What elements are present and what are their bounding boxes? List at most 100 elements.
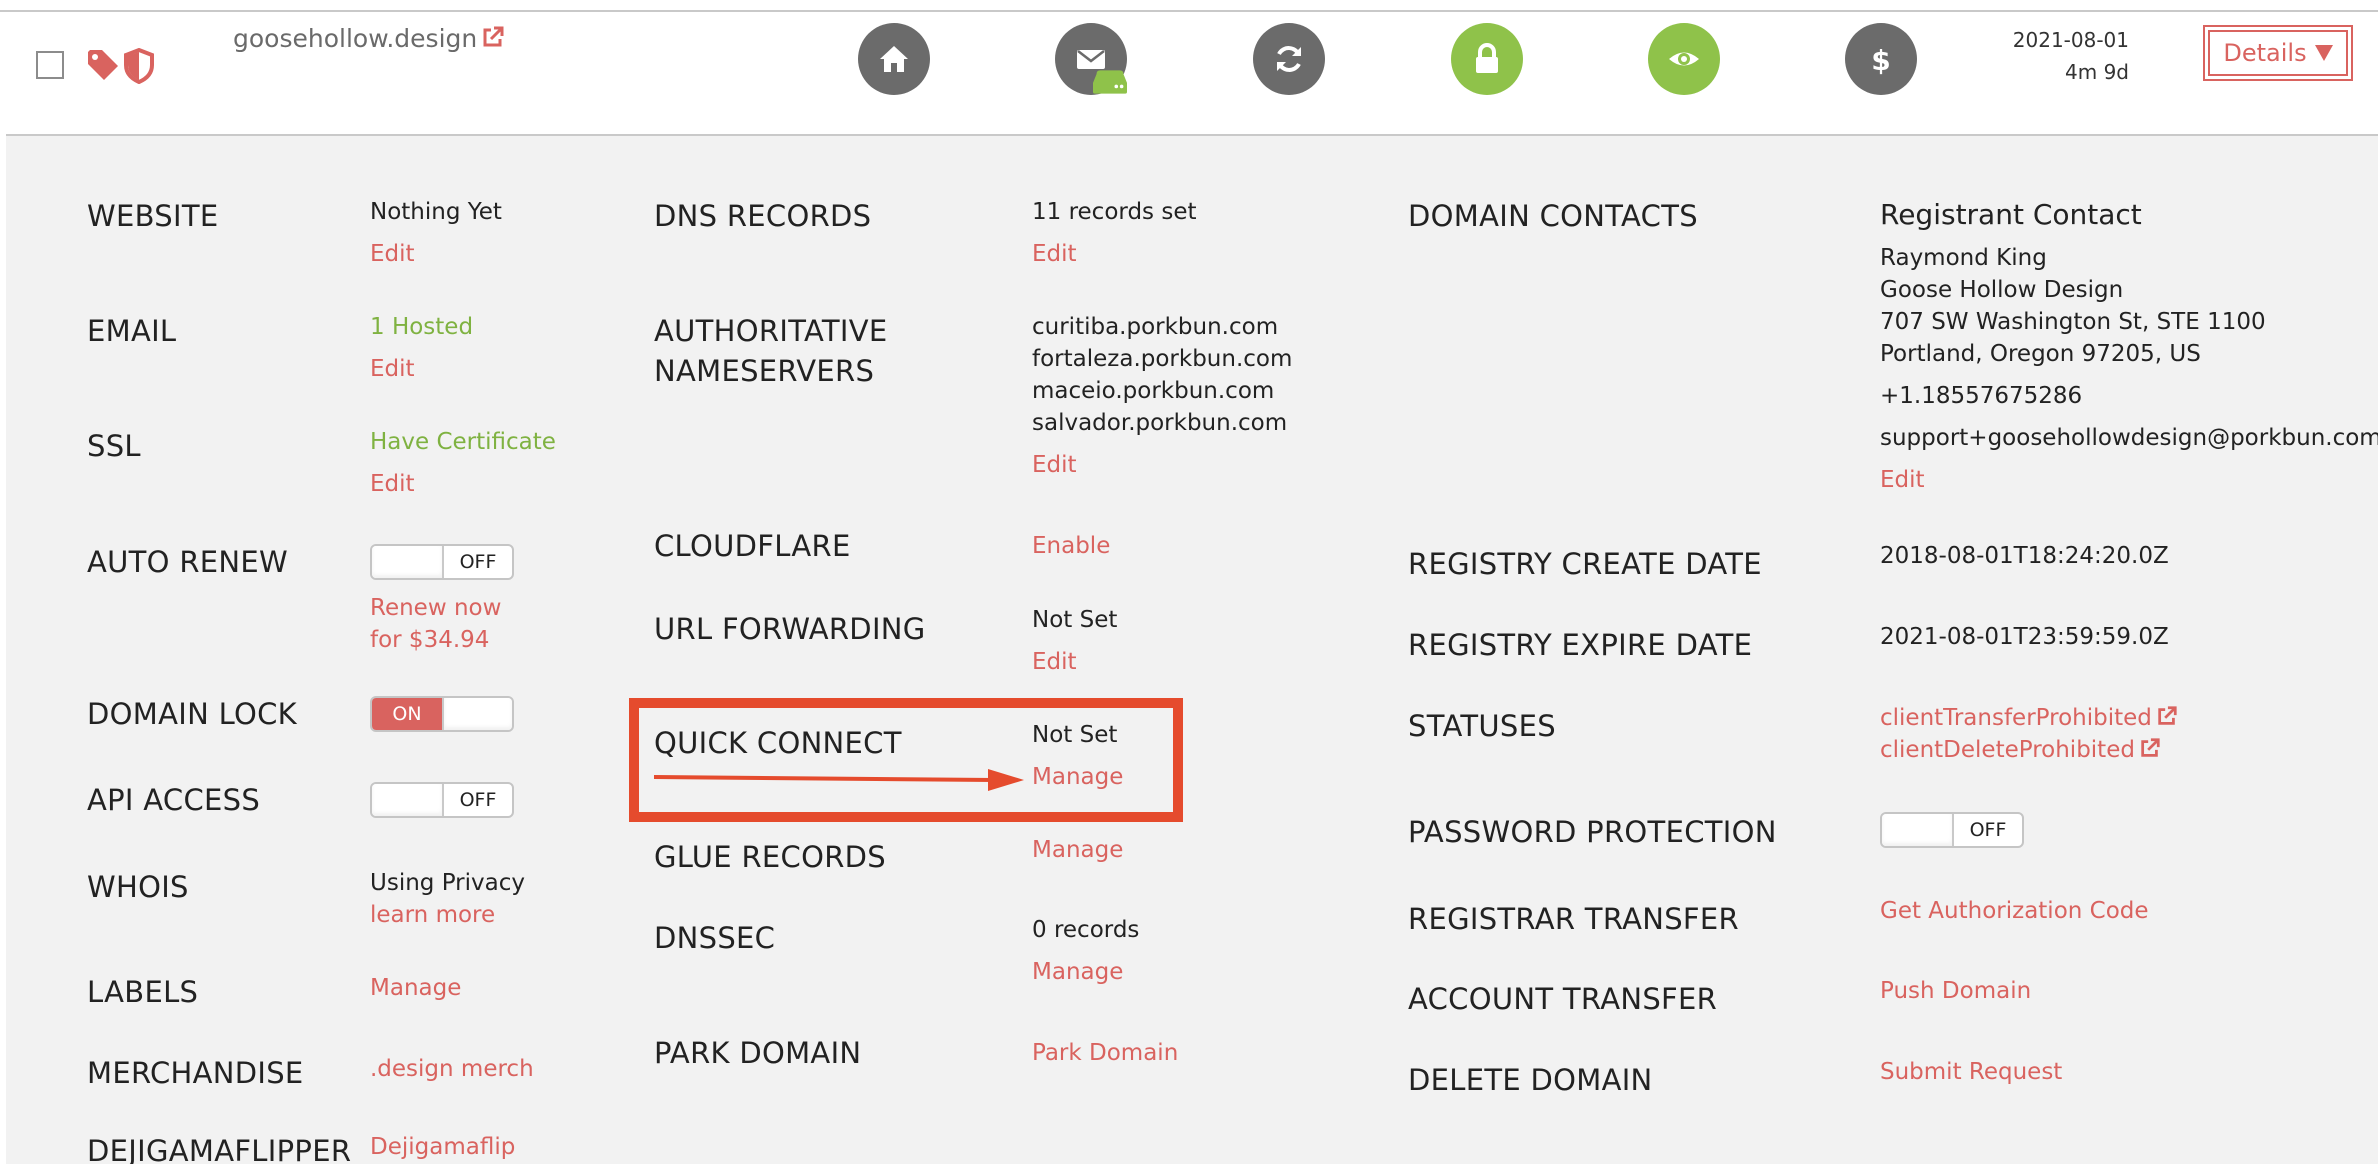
row-top-divider <box>0 10 2378 12</box>
tag-icon[interactable] <box>86 48 120 82</box>
labels-label: LABELS <box>87 975 199 1009</box>
toggle-state: OFF <box>459 551 497 573</box>
domain-contacts-label: DOMAIN CONTACTS <box>1408 199 1698 233</box>
toggle-knob <box>1882 814 1954 846</box>
labels-manage-link[interactable]: Manage <box>370 972 461 1004</box>
dejigamaflipper-label: DEJIGAMAFLIPPER <box>87 1134 352 1164</box>
get-auth-code-link[interactable]: Get Authorization Code <box>1880 895 2149 927</box>
domain-lock-label: DOMAIN LOCK <box>87 697 297 731</box>
external-link-icon <box>483 26 504 47</box>
registrar-transfer-label: REGISTRAR TRANSFER <box>1408 902 1739 936</box>
park-domain-link[interactable]: Park Domain <box>1032 1037 1178 1069</box>
domain-details-panel: WEBSITE Nothing Yet Edit EMAIL 1 Hosted … <box>6 136 2378 1164</box>
ssl-edit-link[interactable]: Edit <box>370 468 415 500</box>
server-icon <box>1093 70 1127 94</box>
contact-city: Portland, Oregon 97205, US <box>1880 341 2201 367</box>
contact-address: 707 SW Washington St, STE 1100 <box>1880 309 2266 335</box>
password-protection-toggle[interactable]: OFF <box>1880 812 2024 848</box>
details-button[interactable]: Details <box>2203 25 2353 81</box>
domain-row: goosehollow.design $ 2021-08-01 4m 9d De… <box>0 0 2378 136</box>
nameservers-edit-link[interactable]: Edit <box>1032 449 1077 481</box>
auto-renew-toggle[interactable]: OFF <box>370 544 514 580</box>
create-date-label: REGISTRY CREATE DATE <box>1408 547 1762 581</box>
auto-renew-label: AUTO RENEW <box>87 545 288 579</box>
svg-text:$: $ <box>1871 44 1890 76</box>
url-forwarding-value: Not Set <box>1032 607 1118 633</box>
toggle-state: OFF <box>459 789 497 811</box>
contact-email: support+goosehollowdesign@porkbun.com <box>1880 425 2378 451</box>
url-forwarding-edit-link[interactable]: Edit <box>1032 646 1077 678</box>
dns-records-label: DNS RECORDS <box>654 199 872 233</box>
contacts-edit-link[interactable]: Edit <box>1880 464 1925 496</box>
merchandise-label: MERCHANDISE <box>87 1056 304 1090</box>
domain-name-text: goosehollow.design <box>233 24 478 53</box>
website-edit-link[interactable]: Edit <box>370 238 415 270</box>
ssl-label: SSL <box>87 429 141 463</box>
lock-button[interactable] <box>1451 23 1523 95</box>
dnssec-value: 0 records <box>1032 917 1140 943</box>
create-date-value: 2018-08-01T18:24:20.0Z <box>1880 543 2169 569</box>
home-icon <box>880 46 908 72</box>
website-value: Nothing Yet <box>370 199 502 225</box>
dejigamaflipper-link[interactable]: Dejigamaflip <box>370 1131 515 1163</box>
expire-date-value: 2021-08-01T23:59:59.0Z <box>1880 624 2169 650</box>
nameservers-label-line1: AUTHORITATIVE <box>654 314 888 348</box>
expire-date-label: REGISTRY EXPIRE DATE <box>1408 628 1753 662</box>
email-edit-link[interactable]: Edit <box>370 353 415 385</box>
delete-domain-label: DELETE DOMAIN <box>1408 1063 1653 1097</box>
glue-records-manage-link[interactable]: Manage <box>1032 834 1123 866</box>
time-remaining: 4m 9d <box>2065 60 2129 84</box>
push-domain-link[interactable]: Push Domain <box>1880 975 2031 1007</box>
whois-learn-more-link[interactable]: learn more <box>370 899 495 931</box>
domain-name-link[interactable]: goosehollow.design <box>233 24 505 53</box>
eye-icon <box>1669 52 1699 66</box>
dollar-icon: $ <box>1871 44 1890 76</box>
api-access-toggle[interactable]: OFF <box>370 782 514 818</box>
status-delete-prohibited-link[interactable]: clientDeleteProhibited <box>1880 734 2161 766</box>
toggle-knob <box>372 784 444 816</box>
toggle-state: OFF <box>1969 819 2007 841</box>
account-transfer-label: ACCOUNT TRANSFER <box>1408 982 1718 1016</box>
website-label: WEBSITE <box>87 199 219 233</box>
nameserver-2: fortaleza.porkbun.com <box>1032 346 1293 372</box>
nameserver-3: maceio.porkbun.com <box>1032 378 1275 404</box>
status-text: clientTransferProhibited <box>1880 705 2152 731</box>
toggle-knob <box>372 546 444 578</box>
privacy-button[interactable] <box>1648 23 1720 95</box>
caret-down-icon <box>2314 45 2333 61</box>
dns-records-edit-link[interactable]: Edit <box>1032 238 1077 270</box>
domain-lock-toggle[interactable]: ON <box>370 696 514 732</box>
contact-phone: +1.18557675286 <box>1880 383 2083 409</box>
nameserver-4: salvador.porkbun.com <box>1032 410 1288 436</box>
refresh-button[interactable] <box>1253 23 1325 95</box>
merchandise-link[interactable]: .design merch <box>370 1053 534 1085</box>
cloudflare-enable-link[interactable]: Enable <box>1032 530 1110 562</box>
pricing-button[interactable]: $ <box>1845 23 1917 95</box>
submit-request-link[interactable]: Submit Request <box>1880 1056 2062 1088</box>
api-access-label: API ACCESS <box>87 783 261 817</box>
nameservers-label-line2: NAMESERVERS <box>654 354 875 388</box>
status-text: clientDeleteProhibited <box>1880 737 2135 763</box>
toggle-knob <box>441 698 512 730</box>
url-forwarding-label: URL FORWARDING <box>654 612 926 646</box>
shield-icon[interactable] <box>124 48 154 84</box>
email-button[interactable] <box>1055 23 1127 95</box>
external-link-icon <box>2141 738 2160 757</box>
whois-value: Using Privacy <box>370 870 525 896</box>
refresh-icon <box>1277 46 1301 72</box>
nameserver-1: curitiba.porkbun.com <box>1032 314 1279 340</box>
quick-connect-highlight <box>629 698 1183 822</box>
renew-price-link[interactable]: for $34.94 <box>370 624 489 656</box>
dnssec-manage-link[interactable]: Manage <box>1032 956 1123 988</box>
status-transfer-prohibited-link[interactable]: clientTransferProhibited <box>1880 702 2178 734</box>
external-link-icon <box>2158 706 2177 725</box>
ssl-value: Have Certificate <box>370 429 556 455</box>
email-value: 1 Hosted <box>370 314 474 340</box>
contact-organization: Goose Hollow Design <box>1880 277 2124 303</box>
toggle-state: ON <box>372 698 442 730</box>
domain-select-checkbox[interactable] <box>36 51 64 79</box>
renew-now-link[interactable]: Renew now <box>370 592 501 624</box>
statuses-label: STATUSES <box>1408 709 1556 743</box>
park-domain-label: PARK DOMAIN <box>654 1036 862 1070</box>
home-button[interactable] <box>858 23 930 95</box>
